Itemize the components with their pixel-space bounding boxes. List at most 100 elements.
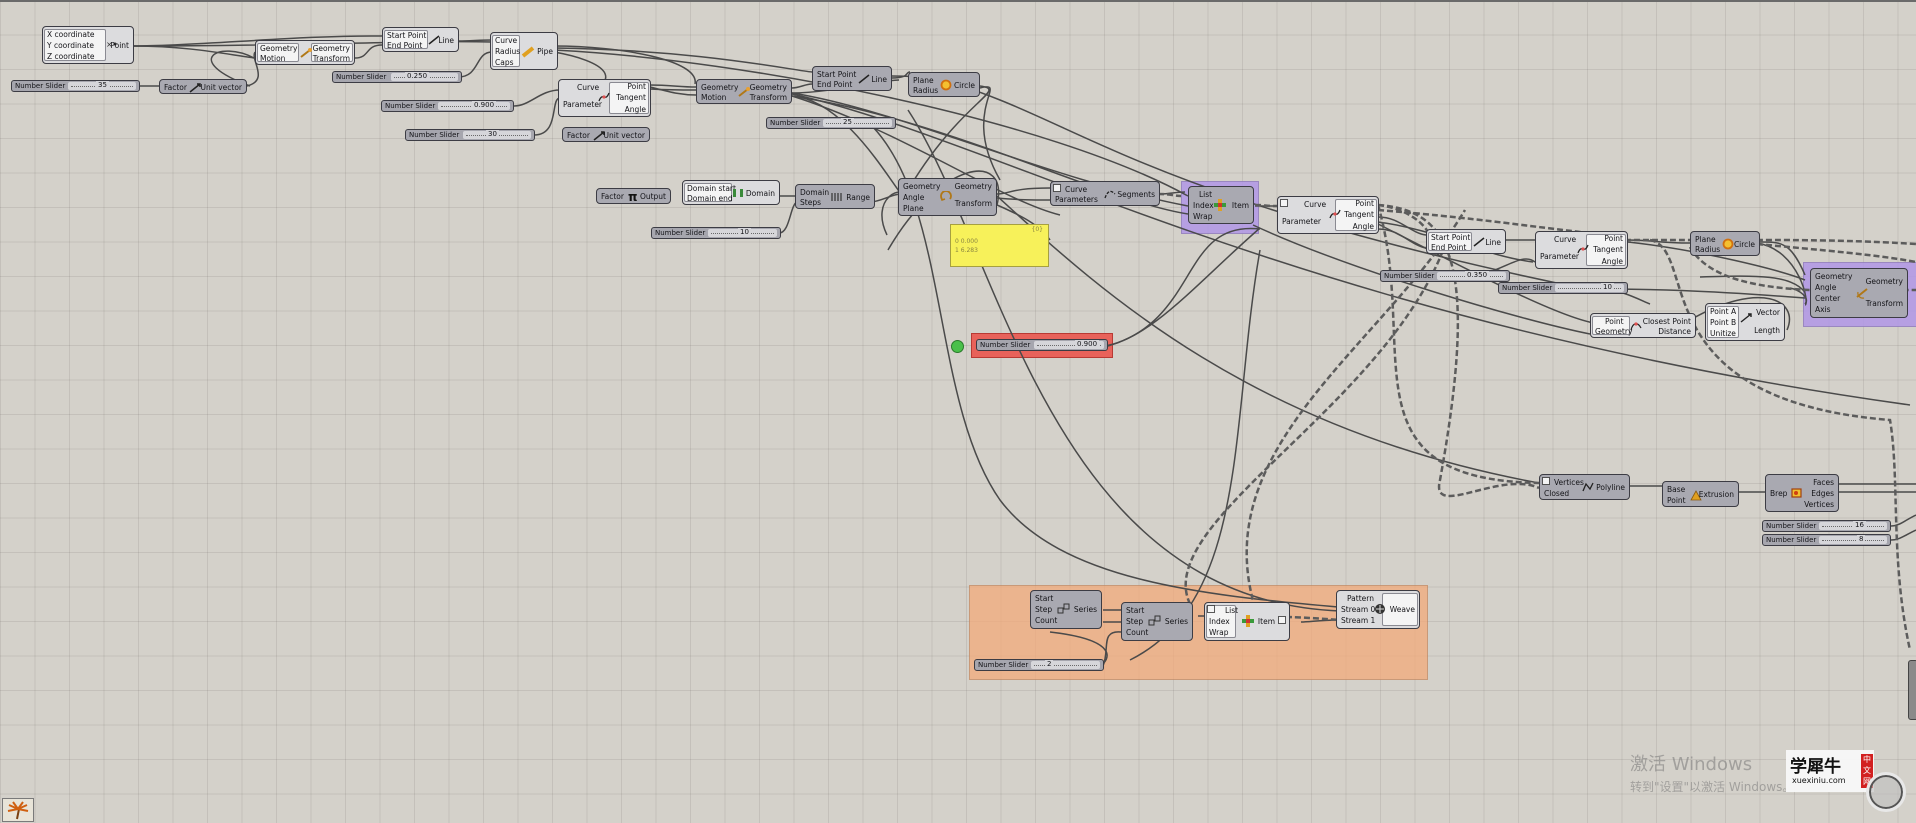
geometry-output[interactable]: Geometry bbox=[313, 44, 350, 53]
z-coordinate-input[interactable]: Z coordinate bbox=[47, 52, 95, 61]
curve-input[interactable]: Curve bbox=[1554, 235, 1576, 244]
number-slider-25[interactable]: Number Slider 25 bbox=[766, 117, 896, 129]
curve-input[interactable]: Curve bbox=[1065, 185, 1087, 194]
deconstruct-brep-component[interactable]: Brep Faces Edges Vertices bbox=[1765, 474, 1839, 512]
faces-output[interactable]: Faces bbox=[1813, 478, 1834, 487]
angle-output[interactable]: Angle bbox=[1602, 257, 1623, 266]
curve-input[interactable]: Curve bbox=[577, 83, 599, 92]
point-input[interactable]: Point bbox=[1605, 317, 1624, 326]
pi-output[interactable]: Output bbox=[640, 192, 666, 201]
rotate-component[interactable]: Geometry Angle Plane Geometry Transform bbox=[898, 178, 997, 216]
geometry-output[interactable]: Geometry bbox=[1866, 277, 1903, 286]
axis-input[interactable]: Axis bbox=[1815, 305, 1831, 314]
extrusion-output[interactable]: Extrusion bbox=[1699, 490, 1734, 499]
transform-output[interactable]: Transform bbox=[750, 93, 787, 102]
point-output[interactable]: Point bbox=[1355, 199, 1374, 208]
start-point-input[interactable]: Start Point bbox=[387, 31, 426, 40]
angle-output[interactable]: Angle bbox=[625, 105, 646, 114]
start-point-input[interactable]: Start Point bbox=[1431, 233, 1470, 242]
circle-output[interactable]: Circle bbox=[954, 81, 975, 90]
motion-input[interactable]: Motion bbox=[701, 93, 726, 102]
start-point-input[interactable]: Start Point bbox=[817, 70, 856, 79]
navigation-wheel-icon[interactable] bbox=[1866, 772, 1906, 812]
point-output[interactable]: Point bbox=[110, 41, 129, 50]
number-slider-10-a[interactable]: Number Slider 10 bbox=[651, 227, 781, 239]
weave-output[interactable]: Weave bbox=[1390, 605, 1415, 614]
angle-output[interactable]: Angle bbox=[1353, 222, 1374, 231]
stream-1-input[interactable]: Stream 1 bbox=[1341, 616, 1375, 625]
radius-input[interactable]: Radius bbox=[913, 86, 938, 95]
count-input[interactable]: Count bbox=[1126, 628, 1148, 637]
index-input[interactable]: Index bbox=[1193, 201, 1214, 210]
app-icon[interactable] bbox=[2, 798, 34, 822]
polyline-component[interactable]: Vertices Closed Polyline bbox=[1539, 474, 1630, 500]
unit-vector-component-2[interactable]: Factor Unit vector bbox=[562, 127, 650, 142]
point-a-input[interactable]: Point A bbox=[1710, 307, 1736, 316]
domain-output[interactable]: Domain bbox=[746, 189, 775, 198]
plane-input[interactable]: Plane bbox=[903, 204, 924, 213]
x-coordinate-input[interactable]: X coordinate bbox=[47, 30, 95, 39]
base-input[interactable]: Base bbox=[1667, 485, 1685, 494]
series-component-1[interactable]: Start Step Count Series bbox=[1030, 590, 1102, 629]
tangent-output[interactable]: Tangent bbox=[1593, 245, 1623, 254]
domain-start-input[interactable]: Domain start bbox=[687, 184, 736, 193]
factor-input[interactable]: Factor bbox=[567, 131, 590, 140]
number-slider-0900-selected[interactable]: Number Slider 0.900 bbox=[976, 339, 1108, 351]
unit-vector-component-1[interactable]: Factor Unit vector bbox=[159, 79, 247, 94]
number-slider-8[interactable]: Number Slider 8 bbox=[1762, 534, 1891, 546]
segments-output[interactable]: Segments bbox=[1117, 190, 1155, 199]
number-slider-10-b[interactable]: Number Slider 10 bbox=[1498, 282, 1628, 294]
weave-component[interactable]: Pattern Stream 0 Stream 1 Weave bbox=[1336, 590, 1420, 629]
list-input[interactable]: List bbox=[1199, 190, 1212, 199]
end-point-input[interactable]: End Point bbox=[387, 41, 422, 50]
line-component-1[interactable]: Start Point End Point Line bbox=[382, 27, 459, 52]
vector-output[interactable]: Vector bbox=[1756, 308, 1780, 317]
tangent-output[interactable]: Tangent bbox=[1344, 210, 1374, 219]
circle-component-2[interactable]: Plane Radius Circle bbox=[1690, 231, 1760, 256]
start-input[interactable]: Start bbox=[1035, 594, 1053, 603]
line-output[interactable]: Line bbox=[871, 75, 887, 84]
parameters-input[interactable]: Parameters bbox=[1055, 195, 1098, 204]
center-input[interactable]: Center bbox=[1815, 294, 1840, 303]
item-output[interactable]: Item bbox=[1232, 201, 1249, 210]
stream-0-input[interactable]: Stream 0 bbox=[1341, 605, 1375, 614]
geometry-input[interactable]: Geometry bbox=[1815, 272, 1852, 281]
series-component-2[interactable]: Start Step Count Series bbox=[1121, 602, 1193, 641]
evaluate-curve-component-3[interactable]: Curve Parameter Point Tangent Angle bbox=[1535, 231, 1628, 269]
move-component-2[interactable]: Geometry Motion Geometry Transform bbox=[696, 79, 792, 104]
panel-component[interactable]: {0} 0 0.000 1 6.283 bbox=[950, 224, 1049, 267]
y-coordinate-input[interactable]: Y coordinate bbox=[47, 41, 94, 50]
factor-input[interactable]: Factor bbox=[601, 192, 624, 201]
range-output[interactable]: Range bbox=[846, 193, 870, 202]
line-component-3[interactable]: Start Point End Point Line bbox=[1426, 229, 1506, 254]
xuexiniu-logo[interactable]: 学犀牛 xuexiniu.com 中文网 bbox=[1786, 750, 1874, 792]
step-input[interactable]: Step bbox=[1035, 605, 1052, 614]
brep-input[interactable]: Brep bbox=[1770, 489, 1787, 498]
geometry-output[interactable]: Geometry bbox=[955, 182, 992, 191]
angle-input[interactable]: Angle bbox=[1815, 283, 1836, 292]
evaluate-curve-component-2[interactable]: Curve Parameter Point Tangent Angle bbox=[1277, 196, 1379, 234]
radius-input[interactable]: Radius bbox=[495, 47, 520, 56]
grasshopper-canvas[interactable]: X coordinate Y coordinate Z coordinate ×… bbox=[0, 0, 1916, 823]
item-output[interactable]: Item bbox=[1258, 617, 1275, 626]
vertices-input[interactable]: Vertices bbox=[1554, 478, 1584, 487]
domain-input[interactable]: Domain bbox=[800, 188, 829, 197]
number-slider-0350[interactable]: Number Slider 0.350 bbox=[1380, 270, 1510, 282]
extrusion-component[interactable]: Base Point Extrusion bbox=[1662, 481, 1739, 507]
end-point-input[interactable]: End Point bbox=[1431, 243, 1466, 252]
transform-output[interactable]: Transform bbox=[313, 54, 350, 63]
vertices-output[interactable]: Vertices bbox=[1804, 500, 1834, 509]
parameter-input[interactable]: Parameter bbox=[1282, 217, 1321, 226]
tangent-output[interactable]: Tangent bbox=[616, 93, 646, 102]
geometry-input[interactable]: Geometry bbox=[701, 83, 738, 92]
shatter-component[interactable]: Curve Parameters Segments bbox=[1050, 181, 1160, 206]
domain-end-input[interactable]: Domain end bbox=[687, 194, 733, 203]
count-input[interactable]: Count bbox=[1035, 616, 1057, 625]
step-input[interactable]: Step bbox=[1126, 617, 1143, 626]
series-output[interactable]: Series bbox=[1074, 605, 1097, 614]
line-output[interactable]: Line bbox=[438, 36, 454, 45]
list-item-component-1[interactable]: List Index Wrap Item bbox=[1188, 186, 1254, 224]
transform-output[interactable]: Transform bbox=[955, 199, 992, 208]
point-input[interactable]: Point bbox=[1667, 496, 1686, 505]
length-output[interactable]: Length bbox=[1754, 326, 1780, 335]
